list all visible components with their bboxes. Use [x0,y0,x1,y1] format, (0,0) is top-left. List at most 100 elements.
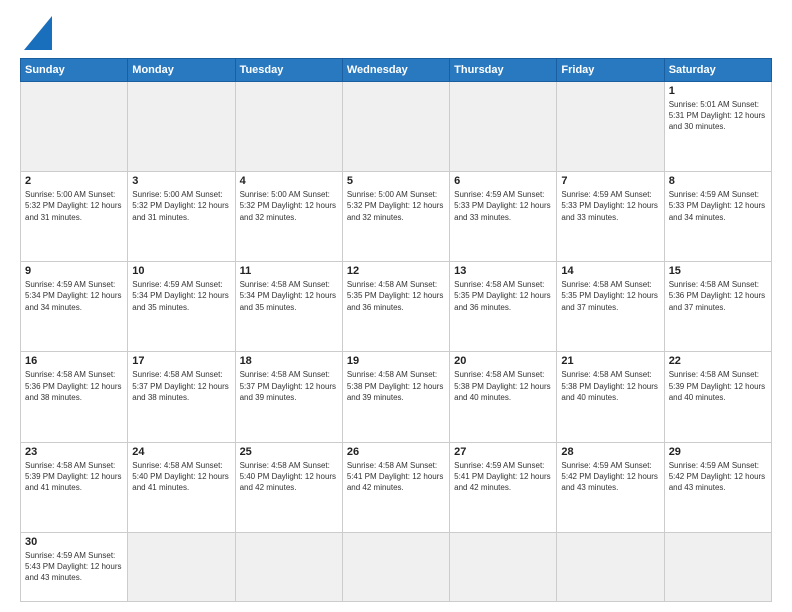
calendar-cell: 29Sunrise: 4:59 AM Sunset: 5:42 PM Dayli… [664,442,771,532]
calendar-cell: 3 Sunrise: 5:00 AM Sunset: 5:32 PM Daylig… [128,172,235,262]
day-number: 2 [25,175,123,187]
header [20,16,772,50]
day-number: 17 [132,355,230,367]
calendar-cell [21,82,128,172]
page: Sunday Monday Tuesday Wednesday Thursday… [0,0,792,612]
calendar-cell: 27Sunrise: 4:59 AM Sunset: 5:41 PM Dayli… [450,442,557,532]
day-info: Sunrise: 4:58 AM Sunset: 5:38 PM Dayligh… [347,369,445,403]
calendar-cell: 12Sunrise: 4:58 AM Sunset: 5:35 PM Dayli… [342,262,449,352]
calendar-cell [450,82,557,172]
day-info: Sunrise: 4:58 AM Sunset: 5:41 PM Dayligh… [347,460,445,494]
day-info: Sunrise: 4:58 AM Sunset: 5:38 PM Dayligh… [454,369,552,403]
calendar-cell [342,82,449,172]
calendar-cell [235,532,342,601]
day-info: Sunrise: 4:59 AM Sunset: 5:34 PM Dayligh… [132,279,230,313]
day-number: 26 [347,446,445,458]
day-info: Sunrise: 5:00 AM Sunset: 5:32 PM Dayligh… [25,189,123,223]
day-number: 25 [240,446,338,458]
calendar-cell: 18 Sunrise: 4:58 AM Sunset: 5:37 PM Dayli… [235,352,342,442]
day-number: 24 [132,446,230,458]
day-number: 3 [132,175,230,187]
day-info: Sunrise: 4:58 AM Sunset: 5:39 PM Dayligh… [669,369,767,403]
calendar-cell: 4Sunrise: 5:00 AM Sunset: 5:32 PM Daylig… [235,172,342,262]
calendar-cell: 16 Sunrise: 4:58 AM Sunset: 5:36 PM Dayli… [21,352,128,442]
day-number: 18 [240,355,338,367]
day-info: Sunrise: 4:58 AM Sunset: 5:36 PM Dayligh… [669,279,767,313]
day-number: 15 [669,265,767,277]
logo-icon [24,16,52,50]
calendar-cell: 15 Sunrise: 4:58 AM Sunset: 5:36 PM Dayli… [664,262,771,352]
calendar-cell: 7 Sunrise: 4:59 AM Sunset: 5:33 PM Daylig… [557,172,664,262]
calendar-cell: 9 Sunrise: 4:59 AM Sunset: 5:34 PM Daylig… [21,262,128,352]
day-info: Sunrise: 4:59 AM Sunset: 5:34 PM Dayligh… [25,279,123,313]
day-info: Sunrise: 4:58 AM Sunset: 5:35 PM Dayligh… [347,279,445,313]
header-thursday: Thursday [450,59,557,82]
calendar-cell: 23 Sunrise: 4:58 AM Sunset: 5:39 PM Dayli… [21,442,128,532]
calendar-cell: 20 Sunrise: 4:58 AM Sunset: 5:38 PM Dayli… [450,352,557,442]
day-info: Sunrise: 5:00 AM Sunset: 5:32 PM Dayligh… [347,189,445,223]
day-number: 11 [240,265,338,277]
calendar-cell [128,532,235,601]
calendar-cell [128,82,235,172]
calendar-cell [557,82,664,172]
day-info: Sunrise: 4:58 AM Sunset: 5:38 PM Dayligh… [561,369,659,403]
day-number: 20 [454,355,552,367]
day-info: Sunrise: 4:58 AM Sunset: 5:40 PM Dayligh… [132,460,230,494]
day-info: Sunrise: 4:58 AM Sunset: 5:37 PM Dayligh… [132,369,230,403]
header-saturday: Saturday [664,59,771,82]
day-info: Sunrise: 5:00 AM Sunset: 5:32 PM Dayligh… [240,189,338,223]
day-info: Sunrise: 4:59 AM Sunset: 5:33 PM Dayligh… [561,189,659,223]
calendar-table: Sunday Monday Tuesday Wednesday Thursday… [20,58,772,602]
calendar-cell: 22 Sunrise: 4:58 AM Sunset: 5:39 PM Dayli… [664,352,771,442]
calendar-cell: 11 Sunrise: 4:58 AM Sunset: 5:34 PM Dayli… [235,262,342,352]
calendar-cell: 14 Sunrise: 4:58 AM Sunset: 5:35 PM Dayli… [557,262,664,352]
day-info: Sunrise: 4:58 AM Sunset: 5:37 PM Dayligh… [240,369,338,403]
header-wednesday: Wednesday [342,59,449,82]
calendar-cell: 8 Sunrise: 4:59 AM Sunset: 5:33 PM Daylig… [664,172,771,262]
calendar-cell: 21Sunrise: 4:58 AM Sunset: 5:38 PM Dayli… [557,352,664,442]
day-number: 13 [454,265,552,277]
day-number: 5 [347,175,445,187]
calendar-cell: 30 Sunrise: 4:59 AM Sunset: 5:43 PM Dayli… [21,532,128,601]
day-info: Sunrise: 4:59 AM Sunset: 5:43 PM Dayligh… [25,550,123,584]
day-number: 8 [669,175,767,187]
header-monday: Monday [128,59,235,82]
day-number: 14 [561,265,659,277]
day-number: 19 [347,355,445,367]
calendar-cell: 19 Sunrise: 4:58 AM Sunset: 5:38 PM Dayli… [342,352,449,442]
calendar-cell [664,532,771,601]
calendar-cell: 1Sunrise: 5:01 AM Sunset: 5:31 PM Daylig… [664,82,771,172]
header-tuesday: Tuesday [235,59,342,82]
calendar-cell: 5 Sunrise: 5:00 AM Sunset: 5:32 PM Daylig… [342,172,449,262]
day-info: Sunrise: 4:58 AM Sunset: 5:36 PM Dayligh… [25,369,123,403]
day-info: Sunrise: 5:00 AM Sunset: 5:32 PM Dayligh… [132,189,230,223]
day-info: Sunrise: 4:58 AM Sunset: 5:34 PM Dayligh… [240,279,338,313]
calendar-cell: 26 Sunrise: 4:58 AM Sunset: 5:41 PM Dayli… [342,442,449,532]
calendar-cell: 25 Sunrise: 4:58 AM Sunset: 5:40 PM Dayli… [235,442,342,532]
calendar-cell: 2 Sunrise: 5:00 AM Sunset: 5:32 PM Daylig… [21,172,128,262]
day-info: Sunrise: 4:58 AM Sunset: 5:40 PM Dayligh… [240,460,338,494]
day-number: 29 [669,446,767,458]
day-number: 22 [669,355,767,367]
calendar-cell [235,82,342,172]
day-info: Sunrise: 4:58 AM Sunset: 5:39 PM Dayligh… [25,460,123,494]
day-info: Sunrise: 4:59 AM Sunset: 5:42 PM Dayligh… [561,460,659,494]
day-number: 16 [25,355,123,367]
day-info: Sunrise: 4:58 AM Sunset: 5:35 PM Dayligh… [454,279,552,313]
day-number: 7 [561,175,659,187]
header-friday: Friday [557,59,664,82]
day-number: 23 [25,446,123,458]
day-info: Sunrise: 5:01 AM Sunset: 5:31 PM Dayligh… [669,99,767,133]
logo [20,16,52,50]
calendar-cell: 17 Sunrise: 4:58 AM Sunset: 5:37 PM Dayli… [128,352,235,442]
weekday-header-row: Sunday Monday Tuesday Wednesday Thursday… [21,59,772,82]
day-number: 30 [25,536,123,548]
day-number: 10 [132,265,230,277]
day-info: Sunrise: 4:59 AM Sunset: 5:41 PM Dayligh… [454,460,552,494]
day-number: 9 [25,265,123,277]
day-info: Sunrise: 4:59 AM Sunset: 5:33 PM Dayligh… [669,189,767,223]
calendar-cell: 6Sunrise: 4:59 AM Sunset: 5:33 PM Daylig… [450,172,557,262]
day-info: Sunrise: 4:58 AM Sunset: 5:35 PM Dayligh… [561,279,659,313]
calendar-cell: 24 Sunrise: 4:58 AM Sunset: 5:40 PM Dayli… [128,442,235,532]
calendar-cell [557,532,664,601]
